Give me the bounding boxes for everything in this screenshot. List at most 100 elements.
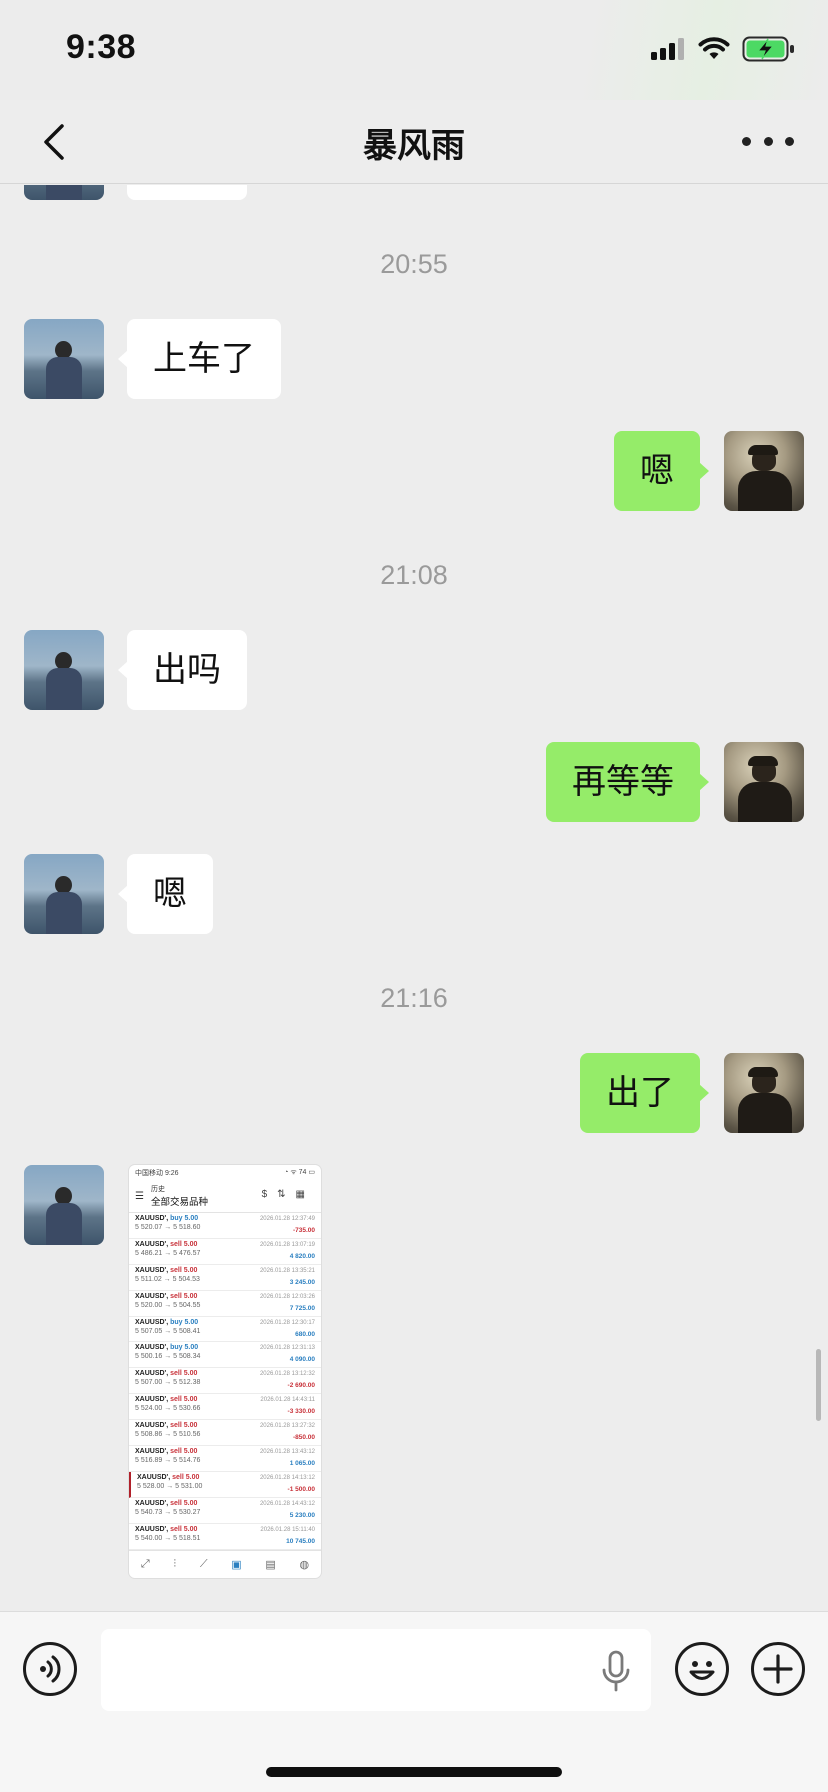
- shot-tab-bar: ⤢ ⫶ ⟋ ▣ ▤ ◍: [129, 1550, 321, 1578]
- trade-date: 2026.01.28 13:12:32: [259, 1371, 315, 1378]
- trade-row: XAUUSD', sell 5.00 5 511.02 → 5 504.53 202…: [129, 1265, 321, 1291]
- trade-date: 2026.01.28 12:30:17: [259, 1319, 315, 1326]
- trade-side: buy: [170, 1215, 183, 1222]
- trend-icon: ⤢: [140, 1558, 150, 1570]
- trade-date: 2026.01.28 14:43:12: [259, 1500, 315, 1507]
- status-time: 9:38: [66, 28, 137, 66]
- friend-avatar[interactable]: [24, 319, 104, 399]
- trade-symbol-name: XAUUSD': [135, 1422, 167, 1430]
- status-icons: [650, 36, 796, 62]
- trade-volume: 5.00: [183, 1448, 198, 1456]
- friend-avatar[interactable]: [24, 630, 104, 710]
- trade-row: XAUUSD', buy 5.00 5 507.05 → 5 508.41 2026…: [129, 1317, 321, 1343]
- trade-date: 2026.01.28 14:13:12: [259, 1474, 315, 1481]
- trade-profit: 5 230.00: [289, 1511, 315, 1519]
- trade-row: XAUUSD', sell 5.00 5 507.00 → 5 512.38 202…: [129, 1368, 321, 1395]
- trade-row: XAUUSD', sell 5.00 5 528.00 → 5 531.00 202…: [129, 1471, 321, 1498]
- chart-icon: ⟋: [199, 1558, 208, 1570]
- timestamp: 20:55: [380, 249, 448, 279]
- trade-symbol-name: XAUUSD': [135, 1370, 167, 1378]
- friend-avatar[interactable]: [24, 854, 104, 934]
- trade-row: XAUUSD', sell 5.00 5 520.00 → 5 504.55 202…: [129, 1291, 321, 1317]
- trade-side: sell: [170, 1266, 182, 1274]
- chat-area[interactable]: 20:55 上车了 嗯 21:08 出吗 再等等 嗯 21:16 出了 中国移动…: [0, 185, 828, 1610]
- more-functions-button[interactable]: [751, 1642, 805, 1696]
- trade-prices: 5 516.89 → 5 514.76: [135, 1457, 201, 1465]
- status-bar: 9:38: [0, 0, 828, 100]
- trade-row: XAUUSD', sell 5.00 5 508.86 → 5 510.56 202…: [129, 1420, 321, 1447]
- signal-icon: [651, 38, 684, 60]
- trade-date: 2026.01.28 13:07:19: [259, 1241, 315, 1248]
- history-icon: ▣: [231, 1559, 242, 1571]
- trade-row: XAUUSD', sell 5.00 5 516.89 → 5 514.76 202…: [129, 1446, 321, 1472]
- friend-avatar[interactable]: [24, 1165, 104, 1245]
- trade-date: 2026.01.28 12:37:49: [259, 1216, 315, 1222]
- my-avatar[interactable]: [724, 742, 804, 822]
- shot-header-small: 历史: [151, 1186, 165, 1193]
- scrollbar[interactable]: [816, 1349, 821, 1421]
- my-avatar[interactable]: [724, 431, 804, 511]
- trade-side: sell: [170, 1448, 182, 1456]
- trade-side: sell: [172, 1473, 184, 1481]
- trade-symbol-name: XAUUSD': [135, 1396, 167, 1404]
- image-message-trading-history[interactable]: 中国移动 9:26 ◔ ᯤ 74 ▭ ☰ 历史 全部交易品种 $⇅▦ XAUUS…: [129, 1165, 321, 1578]
- trade-symbol-name: XAUUSD': [135, 1215, 167, 1222]
- trade-date: 2026.01.28 14:43:11: [260, 1397, 315, 1404]
- trade-symbol-name: XAUUSD': [135, 1240, 167, 1248]
- trade-volume: 5.00: [183, 1266, 198, 1274]
- trade-profit: -850.00: [292, 1434, 315, 1442]
- friend-avatar[interactable]: [24, 185, 104, 200]
- message-bubble-in[interactable]: 上车了: [118, 319, 281, 399]
- trade-volume: 5.00: [184, 1344, 199, 1352]
- trade-prices: 5 507.05 → 5 508.41: [135, 1327, 201, 1335]
- trade-profit: -2 690.00: [287, 1382, 315, 1390]
- message-bubble-out[interactable]: 再等等: [546, 742, 709, 822]
- trade-prices: 5 540.73 → 5 530.27: [135, 1508, 201, 1516]
- emoji-button[interactable]: [675, 1642, 729, 1696]
- trade-symbol-name: XAUUSD': [135, 1499, 167, 1507]
- nav-bar: 暴风雨: [0, 100, 828, 184]
- my-avatar[interactable]: [724, 1053, 804, 1133]
- message-bubble-out[interactable]: 嗯: [614, 431, 709, 511]
- chat-icon: ◍: [299, 1559, 310, 1571]
- trade-profit: -1 500.00: [287, 1485, 315, 1493]
- trade-row: XAUUSD', sell 5.00 5 524.00 → 5 530.66 202…: [129, 1394, 321, 1421]
- trade-profit: 4 820.00: [289, 1252, 315, 1260]
- trade-date: 2026.01.28 13:43:12: [259, 1449, 315, 1456]
- trade-profit: 3 245.00: [289, 1278, 315, 1286]
- shot-header: ☰ 历史 全部交易品种 $⇅▦: [129, 1179, 321, 1213]
- trade-profit: -735.00: [292, 1227, 315, 1234]
- trade-prices: 5 520.07 → 5 518.60: [135, 1224, 201, 1231]
- message-bubble-partial: [127, 185, 247, 200]
- microphone-icon[interactable]: [600, 1650, 632, 1692]
- chat-title: 暴风雨: [363, 127, 465, 165]
- trade-side: sell: [170, 1370, 182, 1378]
- trade-prices: 5 520.00 → 5 504.55: [135, 1301, 201, 1309]
- trade-row: XAUUSD', buy 5.00 5 500.16 → 5 508.34 2026…: [129, 1342, 321, 1369]
- wifi-icon: [698, 37, 730, 59]
- trade-symbol-name: XAUUSD': [135, 1318, 167, 1326]
- voice-icon: [40, 1655, 61, 1683]
- trade-volume: 5.00: [183, 1525, 198, 1533]
- message-bubble-out[interactable]: 出了: [580, 1053, 709, 1133]
- trade-date: 2026.01.28 13:27:32: [259, 1423, 315, 1430]
- trade-symbol-name: XAUUSD': [135, 1344, 167, 1352]
- home-indicator[interactable]: [266, 1767, 562, 1777]
- trade-volume: 5.00: [183, 1370, 198, 1378]
- voice-mode-button[interactable]: [23, 1642, 77, 1696]
- trade-side: sell: [170, 1525, 182, 1533]
- more-dots-icon[interactable]: [742, 126, 794, 156]
- shot-status-icons: ◔ ᯤ 74 ▭: [284, 1169, 315, 1176]
- message-bubble-in[interactable]: 嗯: [118, 854, 213, 934]
- trade-prices: 5 508.86 → 5 510.56: [135, 1431, 201, 1439]
- trade-symbol-name: XAUUSD': [135, 1448, 167, 1456]
- trade-side: sell: [170, 1396, 182, 1404]
- trade-side: buy: [170, 1344, 183, 1352]
- message-input[interactable]: [101, 1629, 651, 1711]
- trade-side: sell: [170, 1240, 182, 1248]
- message-bubble-in[interactable]: 出吗: [118, 630, 247, 710]
- shot-header-title: 全部交易品种: [151, 1197, 209, 1208]
- trade-volume: 5.00: [183, 1422, 198, 1430]
- trade-row: XAUUSD', sell 5.00 5 486.21 → 5 476.57 202…: [129, 1239, 321, 1265]
- trade-profit: 680.00: [295, 1330, 315, 1338]
